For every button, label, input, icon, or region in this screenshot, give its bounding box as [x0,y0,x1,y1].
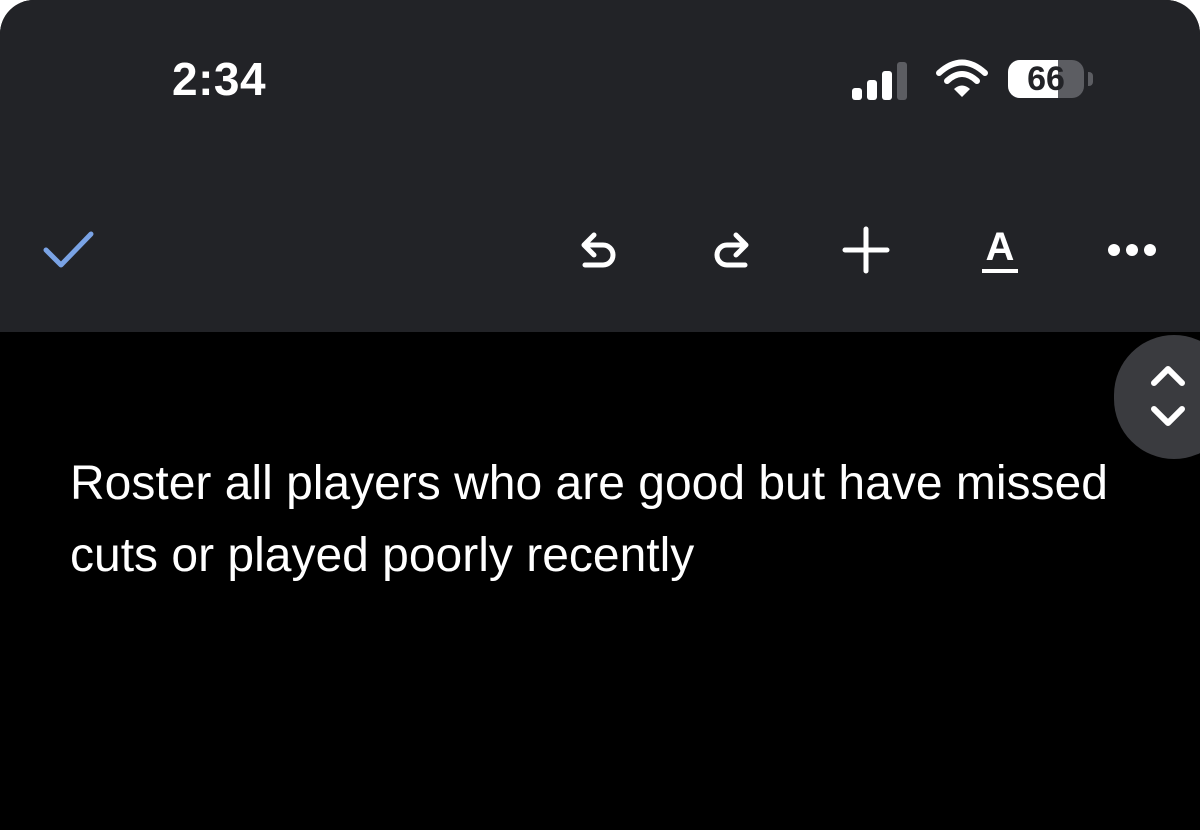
battery-level: 66 [1027,60,1065,98]
chevron-down-icon [1151,406,1185,426]
redo-button[interactable] [700,222,764,278]
done-button[interactable] [36,222,100,278]
redo-icon [714,232,749,268]
undo-button[interactable] [566,222,630,278]
more-options-button[interactable] [1100,222,1164,278]
scroll-handle[interactable] [1114,335,1200,459]
document-text[interactable]: Roster all players who are good but have… [70,448,1110,592]
plus-icon [842,226,890,274]
status-icons: 66 [850,58,1110,102]
status-time: 2:34 [172,53,267,105]
more-dots-icon [1108,244,1156,256]
signal-bars-icon [852,62,907,100]
insert-button[interactable] [834,218,898,282]
undo-icon [581,232,616,268]
battery-icon: 66 [1008,60,1093,98]
battery-body: 66 [1008,60,1084,98]
top-bar: 2:34 66 A [0,0,1200,332]
text-format-icon: A [981,227,1019,273]
phone-screen: 2:34 66 A Roster all players who are goo… [0,0,1200,830]
text-format-button[interactable]: A [968,218,1032,282]
wifi-icon [936,59,988,97]
battery-cap [1088,72,1093,86]
chevron-up-icon [1151,366,1185,386]
checkmark-icon [43,231,94,268]
